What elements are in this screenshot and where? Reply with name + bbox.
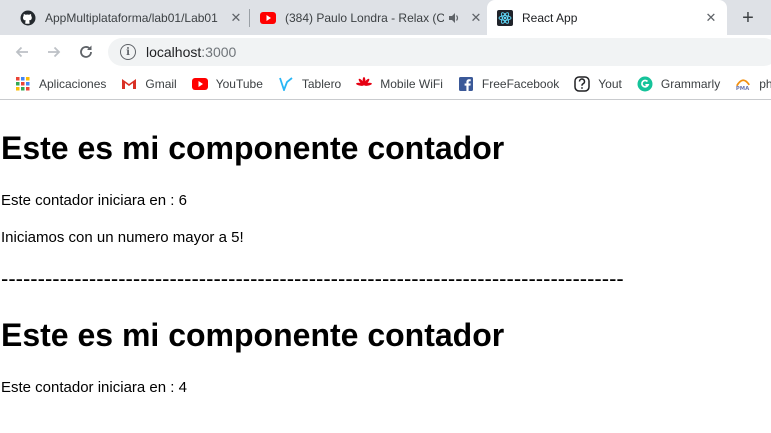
pma-icon: PMA <box>735 76 751 92</box>
bookmark-label: YouTube <box>215 77 263 91</box>
bookmark-label: FreeFacebook <box>481 77 560 91</box>
tab-youtube[interactable]: (384) Paulo Londra - Relax (C ✕ <box>252 0 484 35</box>
browser-toolbar: i localhost:3000 <box>0 35 771 69</box>
tab-github[interactable]: AppMultiplataforma/lab01/Lab01 ✕ <box>12 0 244 35</box>
counter-heading-1: Este es mi componente contador <box>1 130 505 166</box>
reload-icon <box>80 45 92 58</box>
bookmark-label: Gmail <box>145 77 177 91</box>
bookmark-label: Grammarly <box>660 77 721 91</box>
tab-separator <box>249 9 250 27</box>
yout-icon <box>574 76 591 92</box>
youtube-icon <box>260 10 276 26</box>
forward-button[interactable] <box>42 40 66 64</box>
close-tab-icon[interactable]: ✕ <box>468 10 484 26</box>
bookmark-grammarly[interactable]: Grammarly <box>637 76 720 92</box>
counter-1-text: Este contador iniciara en : 6 <box>1 192 187 209</box>
tab-title: AppMultiplataforma/lab01/Lab01 <box>45 10 218 25</box>
gmail-icon <box>121 76 137 92</box>
bookmark-aplicaciones[interactable]: Aplicaciones <box>15 76 106 92</box>
facebook-icon <box>458 76 474 92</box>
bookmark-label: Aplicaciones <box>39 77 107 91</box>
bookmark-label: Yout <box>598 77 622 91</box>
counter-2-text: Este contador iniciara en : 4 <box>1 379 187 396</box>
back-button[interactable] <box>10 40 34 64</box>
arrow-left-icon <box>15 46 28 58</box>
tablero-icon <box>278 76 294 92</box>
address-bar[interactable]: i localhost:3000 <box>108 38 771 66</box>
tab-title: (384) Paulo Londra - Relax (C <box>285 10 444 25</box>
address-host: localhost <box>146 44 202 60</box>
page-content: Este es mi componente contador Este cont… <box>0 101 771 433</box>
huawei-icon <box>356 76 373 92</box>
bookmark-yout[interactable]: Yout <box>574 76 622 92</box>
bookmark-label: Tablero <box>301 77 342 91</box>
counter-message: Iniciamos con un numero mayor a 5! <box>1 229 244 246</box>
grammarly-icon <box>637 76 653 92</box>
new-tab-button[interactable]: + <box>736 6 760 30</box>
bookmark-freefacebook[interactable]: FreeFacebook <box>458 76 559 92</box>
github-icon <box>20 10 36 26</box>
divider-line: ----------------------------------------… <box>1 266 624 291</box>
tab-react-app[interactable]: React App ✕ <box>487 0 727 35</box>
bookmark-label: Mobile WiFi <box>380 77 443 91</box>
audio-playing-icon[interactable] <box>448 12 462 24</box>
info-icon[interactable]: i <box>120 44 136 60</box>
apps-grid-icon <box>15 76 31 92</box>
close-tab-icon[interactable]: ✕ <box>228 10 244 26</box>
bookmark-ph[interactable]: PMA ph <box>735 76 771 92</box>
counter-heading-2: Este es mi componente contador <box>1 317 505 353</box>
bookmarks-bar: Aplicaciones Gmail YouTube Tablero Mobil… <box>0 69 771 100</box>
youtube-icon <box>191 76 208 92</box>
close-tab-icon[interactable]: ✕ <box>703 10 719 26</box>
reload-button[interactable] <box>74 40 98 64</box>
bookmark-label: ph <box>759 77 771 91</box>
tab-title: React App <box>522 10 578 25</box>
svg-text:PMA: PMA <box>736 86 750 92</box>
bookmark-tablero[interactable]: Tablero <box>278 76 341 92</box>
address-port: :3000 <box>201 44 237 60</box>
tab-strip: AppMultiplataforma/lab01/Lab01 ✕ (384) P… <box>0 0 771 35</box>
arrow-right-icon <box>48 46 61 58</box>
bookmark-gmail[interactable]: Gmail <box>121 76 177 92</box>
bookmark-youtube[interactable]: YouTube <box>191 76 263 92</box>
react-icon <box>497 9 513 26</box>
bookmark-mobile-wifi[interactable]: Mobile WiFi <box>356 76 443 92</box>
